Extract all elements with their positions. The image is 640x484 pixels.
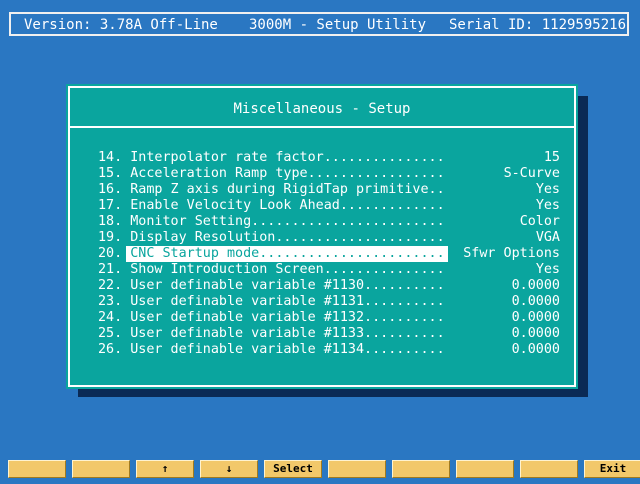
- setting-value: Sfwr Options: [463, 246, 560, 261]
- setting-label: 14. Interpolator rate factor............…: [98, 150, 445, 166]
- setting-number: 15.: [98, 166, 123, 181]
- setting-name: User definable variable #1134..........: [130, 342, 445, 357]
- setting-number: 14.: [98, 150, 123, 165]
- setting-label: 21. Show Introduction Screen............…: [98, 262, 445, 278]
- settings-list: 14. Interpolator rate factor............…: [98, 150, 560, 358]
- setting-label: 18. Monitor Setting.....................…: [98, 214, 445, 230]
- setting-row[interactable]: 23. User definable variable #1131.......…: [98, 294, 560, 310]
- title-divider: [70, 126, 574, 128]
- setting-value: 0.0000: [511, 278, 560, 293]
- setup-dialog: Miscellaneous - Setup 14. Interpolator r…: [66, 84, 578, 389]
- setting-row[interactable]: 14. Interpolator rate factor............…: [98, 150, 560, 166]
- setting-name: Show Introduction Screen...............: [130, 262, 445, 277]
- dialog-shadow-right: [578, 96, 588, 397]
- setting-value: Yes: [535, 182, 560, 197]
- fkey-select[interactable]: Select: [264, 460, 322, 478]
- setting-label: 23. User definable variable #1131.......…: [98, 294, 445, 310]
- setting-number: 20.: [98, 246, 123, 261]
- setting-number: 17.: [98, 198, 123, 213]
- setting-label: 24. User definable variable #1132.......…: [98, 310, 445, 326]
- setting-number: 18.: [98, 214, 123, 229]
- fkey-f2[interactable]: [72, 460, 130, 478]
- setting-name: User definable variable #1133..........: [130, 326, 445, 341]
- setting-value: 0.0000: [511, 310, 560, 325]
- setting-value: VGA: [535, 230, 560, 245]
- setting-name: Enable Velocity Look Ahead.............: [130, 198, 445, 213]
- setting-number: 19.: [98, 230, 123, 245]
- header-bar: Version: 3.78A Off-Line 3000M - Setup Ut…: [9, 12, 629, 36]
- setting-value: Color: [519, 214, 560, 229]
- setting-row[interactable]: 24. User definable variable #1132.......…: [98, 310, 560, 326]
- setting-name: User definable variable #1132..........: [130, 310, 445, 325]
- setting-row[interactable]: 19. Display Resolution..................…: [98, 230, 560, 246]
- setting-name: User definable variable #1131..........: [130, 294, 445, 309]
- setting-number: 26.: [98, 342, 123, 357]
- setting-value: 15: [543, 150, 560, 165]
- setting-row[interactable]: 16. Ramp Z axis during RigidTap primitiv…: [98, 182, 560, 198]
- setting-name: Display Resolution.....................: [130, 230, 445, 245]
- fkey-f7[interactable]: [392, 460, 450, 478]
- setting-label: 16. Ramp Z axis during RigidTap primitiv…: [98, 182, 445, 198]
- setting-value: 0.0000: [511, 326, 560, 341]
- setting-name: User definable variable #1130..........: [130, 278, 445, 293]
- setting-label: 26. User definable variable #1134.......…: [98, 342, 445, 358]
- fkey-f1[interactable]: [8, 460, 66, 478]
- setting-value: 0.0000: [511, 294, 560, 309]
- fkey-f6[interactable]: [328, 460, 386, 478]
- setting-label: 19. Display Resolution..................…: [98, 230, 445, 246]
- setting-row[interactable]: 15. Acceleration Ramp type..............…: [98, 166, 560, 182]
- setting-row[interactable]: 26. User definable variable #1134.......…: [98, 342, 560, 358]
- setting-name: CNC Startup mode.......................: [130, 246, 445, 261]
- setting-name: Monitor Setting........................: [130, 214, 445, 229]
- setting-row[interactable]: 20. CNC Startup mode....................…: [98, 246, 560, 262]
- setting-name: Interpolator rate factor...............: [130, 150, 445, 165]
- fkey-exit[interactable]: Exit: [584, 460, 640, 478]
- setting-value: S-Curve: [503, 166, 560, 181]
- serial-id: Serial ID: 1129595216: [449, 17, 627, 33]
- setting-label: 15. Acceleration Ramp type..............…: [98, 166, 445, 182]
- setting-value: Yes: [535, 262, 560, 277]
- setting-label: 20. CNC Startup mode....................…: [98, 246, 445, 262]
- setting-row[interactable]: 18. Monitor Setting.....................…: [98, 214, 560, 230]
- setting-value: 0.0000: [511, 342, 560, 357]
- setting-label: 17. Enable Velocity Look Ahead..........…: [98, 198, 445, 214]
- dialog-title: Miscellaneous - Setup: [233, 101, 411, 117]
- setting-name: Ramp Z axis during RigidTap primitive..: [130, 182, 445, 197]
- setting-name: Acceleration Ramp type.................: [130, 166, 445, 181]
- setting-value: Yes: [535, 198, 560, 213]
- app-title: 3000M - Setup Utility: [249, 17, 427, 33]
- version-text: Version: 3.78A Off-Line: [24, 17, 218, 33]
- setting-number: 16.: [98, 182, 123, 197]
- fkey-f8[interactable]: [456, 460, 514, 478]
- function-key-bar: ↑ ↓ Select Exit: [8, 460, 640, 478]
- setting-number: 23.: [98, 294, 123, 309]
- setting-number: 24.: [98, 310, 123, 325]
- setting-number: 25.: [98, 326, 123, 341]
- setting-row[interactable]: 25. User definable variable #1133.......…: [98, 326, 560, 342]
- dialog-frame: Miscellaneous - Setup 14. Interpolator r…: [68, 86, 576, 387]
- setting-row[interactable]: 17. Enable Velocity Look Ahead..........…: [98, 198, 560, 214]
- fkey-down[interactable]: ↓: [200, 460, 258, 478]
- setting-label: 25. User definable variable #1133.......…: [98, 326, 445, 342]
- setting-label: 22. User definable variable #1130.......…: [98, 278, 445, 294]
- setting-number: 22.: [98, 278, 123, 293]
- fkey-up[interactable]: ↑: [136, 460, 194, 478]
- setting-number: 21.: [98, 262, 123, 277]
- fkey-f9[interactable]: [520, 460, 578, 478]
- setting-row[interactable]: 22. User definable variable #1130.......…: [98, 278, 560, 294]
- setting-row[interactable]: 21. Show Introduction Screen............…: [98, 262, 560, 278]
- dialog-shadow-bottom: [78, 389, 588, 397]
